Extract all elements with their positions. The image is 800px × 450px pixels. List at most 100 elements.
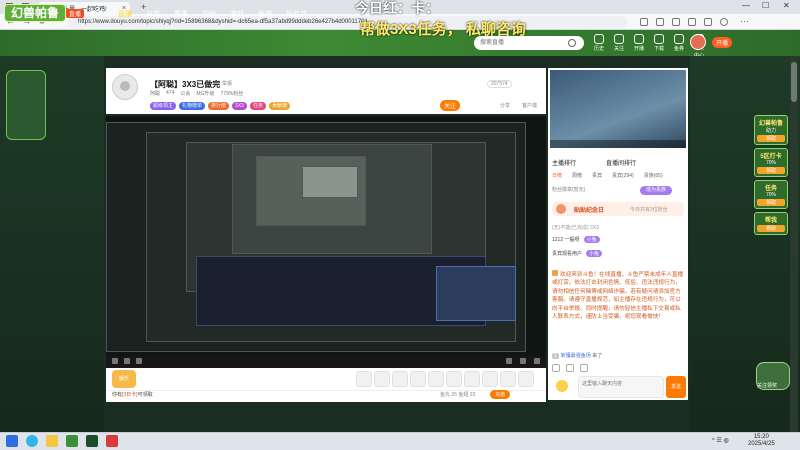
volume-icon[interactable]	[136, 358, 142, 364]
rank-sub-tabs: 日榜 周榜 贵宾 贵宾(294) 贵族(65)	[552, 172, 663, 179]
video-player[interactable]	[106, 116, 546, 356]
gift-item[interactable]	[446, 371, 462, 387]
site-logo[interactable]: 幻兽帕鲁	[4, 4, 67, 22]
nav-fan-festival[interactable]: 粉丝节	[286, 9, 307, 19]
anchor-avatar[interactable]	[112, 74, 138, 100]
favorites-icon[interactable]	[656, 18, 664, 26]
copilot-icon[interactable]	[720, 18, 728, 26]
follow-button[interactable]: 关注	[440, 100, 461, 111]
refresh-icon[interactable]	[124, 358, 130, 364]
taskbar-clock[interactable]: 15:20 2025/4/25	[748, 434, 775, 448]
gift-item[interactable]	[464, 371, 480, 387]
anchor-name[interactable]: 阿聪	[150, 90, 160, 97]
nav-category[interactable]: 分类	[146, 9, 160, 19]
go-live-button[interactable]: 开播	[712, 37, 733, 48]
app-icon[interactable]	[106, 435, 118, 447]
room-id: 207574	[487, 80, 512, 88]
gift-item[interactable]	[482, 371, 498, 387]
chat-user-row[interactable]: 1212 一般呀 小兔	[552, 236, 600, 243]
heart-icon	[614, 34, 624, 44]
report-link[interactable]: 举报	[222, 80, 232, 87]
stream-frame	[302, 166, 358, 198]
rank-tabs: 主播排行 直播间排行	[552, 158, 636, 167]
nav-home[interactable]: 首页	[90, 9, 104, 19]
promo-card[interactable]: 5区打卡 70% 领取	[754, 148, 788, 177]
bullet-style-icon[interactable]	[580, 364, 588, 372]
gift-item[interactable]	[518, 371, 534, 387]
emoji-icon[interactable]	[556, 380, 568, 392]
client-link[interactable]: 客户端	[522, 102, 537, 109]
become-noble-button[interactable]: 成为贵族	[640, 186, 673, 195]
more-menu-icon[interactable]: ···	[740, 16, 749, 26]
tab-guest[interactable]: 贵宾	[592, 172, 602, 179]
promo-card[interactable]: 幻兽帕鲁 助力 领取	[754, 115, 788, 145]
extensions-icon[interactable]	[640, 18, 648, 26]
claim-notice[interactable]: 你有[3日卡]可领取	[112, 391, 153, 398]
tab-noble[interactable]: 贵族(65)	[644, 172, 663, 179]
rank-line: (无)不能(已完成) 3X3	[552, 225, 599, 231]
badge[interactable]: 3X3	[232, 102, 247, 110]
badge[interactable]: 排行榜	[208, 102, 230, 110]
pip-icon[interactable]	[534, 358, 540, 364]
page-scrollbar[interactable]	[790, 56, 798, 432]
tab-room-rank[interactable]: 直播间排行	[606, 158, 636, 167]
tab-weekly[interactable]: 周榜	[572, 172, 582, 179]
start-menu-icon[interactable]	[6, 435, 18, 447]
guild-link[interactable]: 公会	[180, 90, 190, 97]
gift-item[interactable]	[374, 371, 390, 387]
badge[interactable]: 礼物榜单	[179, 102, 206, 110]
close-window-icon[interactable]: ✕	[783, 1, 790, 10]
chat-input[interactable]	[578, 376, 664, 398]
history-icon	[594, 34, 604, 44]
nav-games[interactable]: 游戏	[230, 9, 244, 19]
collections-icon[interactable]	[672, 18, 680, 26]
nav-events[interactable]: 赛事	[174, 9, 188, 19]
maximize-icon[interactable]: ☐	[762, 1, 769, 10]
gift-item[interactable]	[500, 371, 516, 387]
nav-live[interactable]: 直播	[118, 9, 132, 19]
system-tray[interactable]: ^ ☰ ◍	[712, 437, 729, 444]
chat-user-row[interactable]: 贵宾观看用户 小兔	[552, 250, 603, 257]
play-icon[interactable]	[112, 358, 118, 364]
send-button[interactable]: 发送	[666, 376, 686, 398]
gift-item[interactable]	[410, 371, 426, 387]
file-explorer-icon[interactable]	[46, 435, 58, 447]
badge[interactable]: 超级领主	[150, 102, 177, 110]
tab-daily[interactable]: 日榜	[552, 172, 562, 179]
tab-guest-count[interactable]: 贵宾(294)	[612, 172, 634, 179]
recharge-button[interactable]: 充值	[490, 390, 511, 399]
new-entry-message: 1 斩獲最强鱼场 来了	[552, 353, 603, 359]
main-nav: 首页 直播 分类 赛事 视频 游戏 鱼吧 粉丝节	[90, 9, 307, 19]
tab-anchor-rank[interactable]: 主播排行	[552, 158, 576, 167]
gift-item[interactable]	[428, 371, 444, 387]
settings-icon[interactable]	[506, 358, 512, 364]
gift-item[interactable]	[392, 371, 408, 387]
gift-item[interactable]	[356, 371, 372, 387]
promo-card[interactable]: 任务 70% 领取	[754, 180, 788, 209]
fullscreen-icon[interactable]	[520, 358, 526, 364]
gift-icon[interactable]	[552, 364, 560, 372]
edge-browser-icon[interactable]	[26, 435, 38, 447]
share-button[interactable]: 分享	[500, 102, 510, 109]
room-badges: 超级领主 礼物榜单 排行榜 3X3 任务 贡献榜	[150, 102, 290, 110]
search-icon[interactable]	[568, 39, 576, 47]
scrollbar-thumb[interactable]	[791, 62, 797, 102]
badge[interactable]: 贡献榜	[268, 102, 290, 110]
app-icon[interactable]	[66, 435, 78, 447]
nav-fishbar[interactable]: 鱼吧	[258, 9, 272, 19]
nav-video[interactable]: 视频	[202, 9, 216, 19]
chat-tools	[552, 364, 684, 374]
fun-button[interactable]: 娱乐	[112, 370, 136, 388]
app-icon[interactable]	[86, 435, 98, 447]
mini-video-preview[interactable]	[550, 70, 686, 148]
image-icon[interactable]	[566, 364, 574, 372]
mini-video-bar	[550, 140, 686, 148]
info-bar	[106, 390, 546, 402]
minimize-icon[interactable]: —	[742, 1, 750, 10]
profile-icon[interactable]	[704, 18, 712, 26]
user-avatar[interactable]	[690, 34, 706, 50]
badge[interactable]: 任务	[249, 102, 266, 110]
promo-card[interactable]: 帮我 领取	[754, 212, 788, 235]
camera-icon	[634, 34, 644, 44]
downloads-icon[interactable]	[688, 18, 696, 26]
